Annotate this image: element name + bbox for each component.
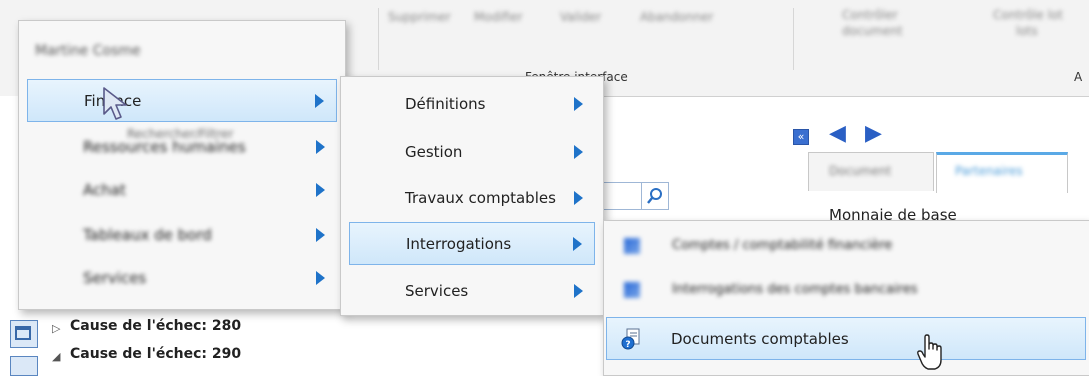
menu-item-services[interactable]: Services <box>349 270 595 311</box>
menu-item-label: Comptes / comptabilité financière <box>672 238 893 253</box>
svg-text:?: ? <box>625 340 630 350</box>
ribbon-check-sub: document <box>842 24 903 38</box>
ribbon-check-button[interactable]: Contrôler <box>842 8 898 22</box>
queries-submenu: Comptes / comptabilité financière Interr… <box>603 220 1089 376</box>
menu-item-label: Services <box>405 281 469 300</box>
submenu-arrow-icon <box>316 271 325 285</box>
submenu-arrow-icon <box>316 140 325 154</box>
window-icon[interactable] <box>10 320 38 348</box>
menu-item-label: Achat <box>83 180 126 199</box>
menu-item-bank-queries[interactable]: Interrogations des comptes bancaires <box>606 269 1088 310</box>
cursor-arrow-icon <box>103 87 127 120</box>
search-filter-tooltip: Rechercher/Filtrer <box>127 127 234 141</box>
ribbon-lot-button[interactable]: Contrôle lot <box>993 8 1063 22</box>
menu-item-purchase[interactable]: Achat <box>27 169 337 210</box>
submenu-arrow-icon <box>574 97 583 111</box>
submenu-arrow-icon <box>315 94 324 108</box>
ribbon-modify-button[interactable]: Modifier <box>474 10 523 24</box>
ribbon-abandon-button[interactable]: Abandonner <box>640 10 713 24</box>
tab-partners[interactable]: Partenaires <box>936 152 1068 193</box>
query-document-icon: ? <box>621 328 641 350</box>
search-field[interactable] <box>600 182 642 210</box>
menu-item-label: Travaux comptables <box>405 188 556 207</box>
cursor-hand-icon <box>917 334 942 370</box>
menu-item-label: Tableaux de bord <box>83 225 212 244</box>
previous-icon[interactable]: ◀ <box>829 121 846 146</box>
submenu-arrow-icon <box>316 228 325 242</box>
menu-item-label: Définitions <box>405 94 486 113</box>
menu-item-label: Interrogations <box>406 234 512 253</box>
tab-document-label: Document <box>829 164 892 178</box>
next-icon[interactable]: ▶ <box>865 121 882 146</box>
search-icon <box>647 188 662 204</box>
menu-user-name: Martine Cosme <box>35 43 141 59</box>
document-icon <box>624 281 640 298</box>
menu-item-label: Services <box>83 268 147 287</box>
menu-item-label: Documents comptables <box>671 329 849 348</box>
submenu-arrow-icon <box>574 145 583 159</box>
tree-expand-icon[interactable]: ▷ <box>52 322 60 335</box>
search-button[interactable] <box>641 182 669 210</box>
menu-item-management[interactable]: Gestion <box>349 131 595 172</box>
document-icon <box>624 237 640 254</box>
menu-item-label: Interrogations des comptes bancaires <box>672 282 918 297</box>
tree-row[interactable]: Cause de l'échec: 280 <box>70 318 241 334</box>
tree-row[interactable]: Cause de l'échec: 290 <box>70 346 241 362</box>
menu-item-accounts[interactable]: Comptes / comptabilité financière <box>606 225 1088 266</box>
menu-item-definitions[interactable]: Définitions <box>349 83 595 124</box>
menu-item-dashboards[interactable]: Tableaux de bord <box>27 214 337 255</box>
ribbon-delete-button[interactable]: Supprimer <box>388 10 451 24</box>
ribbon-lot-sub: lots <box>1016 24 1038 38</box>
ribbon-validate-button[interactable]: Valider <box>560 10 601 24</box>
submenu-arrow-icon <box>573 237 582 251</box>
submenu-arrow-icon <box>574 191 583 205</box>
submenu-arrow-icon <box>574 284 583 298</box>
menu-item-accounting-work[interactable]: Travaux comptables <box>349 177 595 218</box>
submenu-arrow-icon <box>316 183 325 197</box>
finance-submenu: Définitions Gestion Travaux comptables I… <box>340 76 604 316</box>
collapse-panel-button[interactable]: « <box>793 129 809 145</box>
menu-item-accounting-documents[interactable]: ? Documents comptables <box>606 317 1086 360</box>
tab-document[interactable]: Document <box>808 152 934 191</box>
window-icon-2[interactable] <box>10 356 38 376</box>
menu-item-finance[interactable]: Finance <box>27 79 337 122</box>
main-menu: Martine Cosme Finance Ressources humaine… <box>18 20 346 310</box>
tab-partners-label: Partenaires <box>955 164 1023 178</box>
menu-item-services[interactable]: Services <box>27 257 337 298</box>
divider <box>600 96 800 97</box>
ribbon-separator <box>793 8 794 70</box>
ribbon-group-label-right: A <box>1074 70 1083 84</box>
ribbon-separator <box>378 8 379 70</box>
menu-item-label: Gestion <box>405 142 463 161</box>
menu-item-queries[interactable]: Interrogations <box>349 222 595 265</box>
window-glyph <box>15 326 31 340</box>
tree-collapse-icon[interactable]: ◢ <box>52 350 60 363</box>
